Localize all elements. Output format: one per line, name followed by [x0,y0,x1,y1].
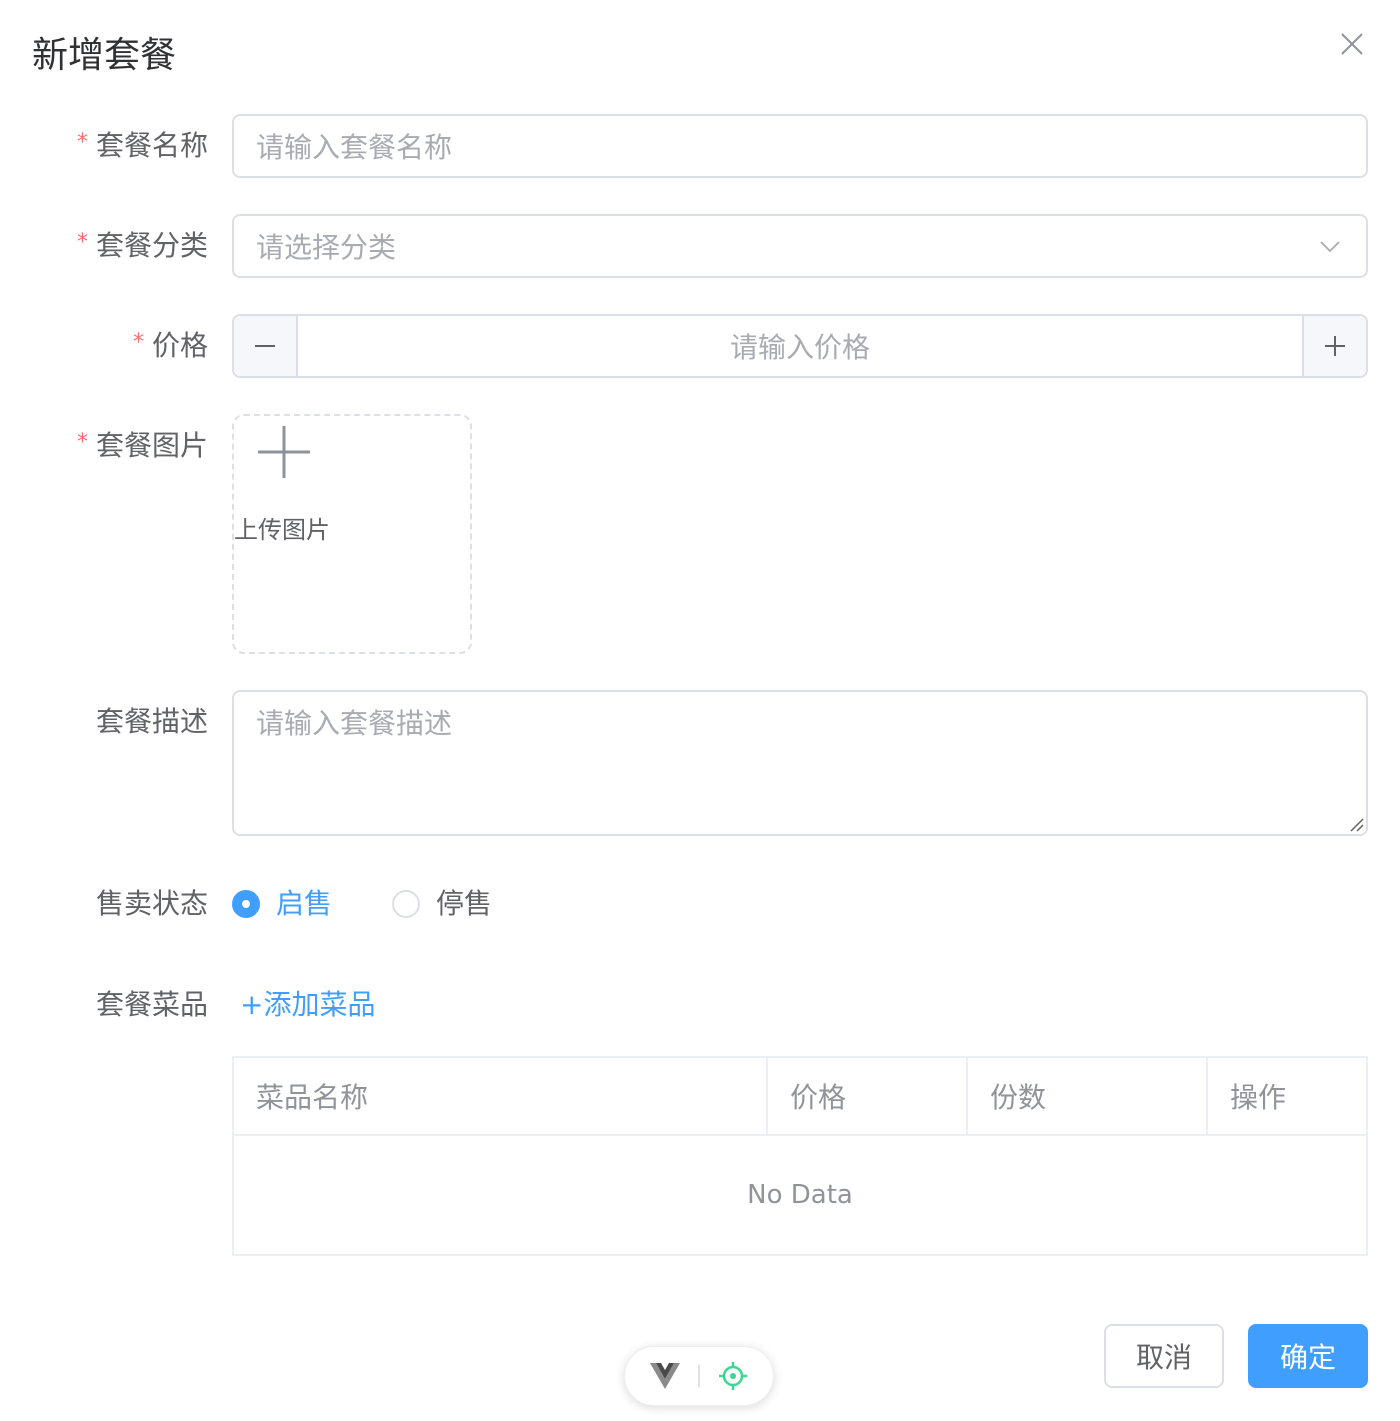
devtools-floating-bar [624,1346,774,1406]
category-select[interactable]: 请选择分类 [232,214,1368,278]
image-label: * 套餐图片 [76,429,208,462]
vue-logo-icon[interactable] [650,1363,680,1389]
status-radio-on-sale[interactable]: 启售 [232,884,332,924]
devtools-separator [698,1365,700,1387]
column-header-quantity: 份数 [968,1058,1208,1134]
price-placeholder: 请输入价格 [729,331,870,364]
image-upload[interactable]: 上传图片 [232,414,472,654]
price-label: * 价格 [132,329,208,362]
status-radio-off-sale[interactable]: 停售 [392,884,492,924]
description-label: 套餐描述 [95,705,208,738]
description-placeholder: 请输入套餐描述 [256,707,453,740]
required-mark: * [132,330,144,355]
name-label: * 套餐名称 [76,129,208,162]
upload-text: 上传图片 [234,516,330,544]
combo-name-input[interactable]: 请输入套餐名称 [232,114,1368,178]
confirm-button[interactable]: 确定 [1248,1324,1368,1388]
required-mark: * [76,430,88,455]
combo-name-placeholder: 请输入套餐名称 [256,131,453,164]
price-number-input: 请输入价格 [232,314,1368,378]
cancel-button[interactable]: 取消 [1104,1324,1224,1388]
category-label: * 套餐分类 [76,229,208,262]
dishes-label: 套餐菜品 [95,988,208,1021]
column-header-price: 价格 [768,1058,968,1134]
resize-grip-icon[interactable] [1348,816,1364,832]
close-icon [1341,33,1363,55]
radio-circle [232,890,260,918]
chevron-down-icon [1320,241,1340,253]
table-empty-text: No Data [747,1180,853,1210]
minus-icon [255,345,275,347]
add-combo-dialog: 新增套餐 * 套餐名称 请输入套餐名称 * 套餐分类 请选择分类 * 价格 请输入价格 [0,0,1400,1421]
category-placeholder: 请选择分类 [256,231,397,264]
required-mark: * [76,230,88,255]
required-mark: * [76,130,88,155]
table-header: 菜品名称 价格 份数 操作 [234,1058,1366,1136]
radio-label: 启售 [276,887,333,920]
close-button[interactable] [1336,28,1368,60]
plus-icon [258,426,310,478]
status-label: 售卖状态 [95,887,208,920]
column-header-dish-name: 菜品名称 [234,1058,768,1134]
crosshair-icon[interactable] [718,1361,748,1391]
dishes-table: 菜品名称 价格 份数 操作 No Data [232,1056,1368,1256]
description-textarea[interactable]: 请输入套餐描述 [232,690,1368,836]
column-header-actions: 操作 [1230,1081,1287,1114]
add-dish-link[interactable]: +添加菜品 [240,985,375,1025]
radio-label: 停售 [436,887,493,920]
radio-circle [392,890,420,918]
price-decrease-button[interactable] [234,316,298,376]
price-input[interactable]: 请输入价格 [298,316,1302,376]
dialog-title: 新增套餐 [32,35,177,76]
price-increase-button[interactable] [1302,316,1366,376]
plus-icon [1325,336,1345,356]
